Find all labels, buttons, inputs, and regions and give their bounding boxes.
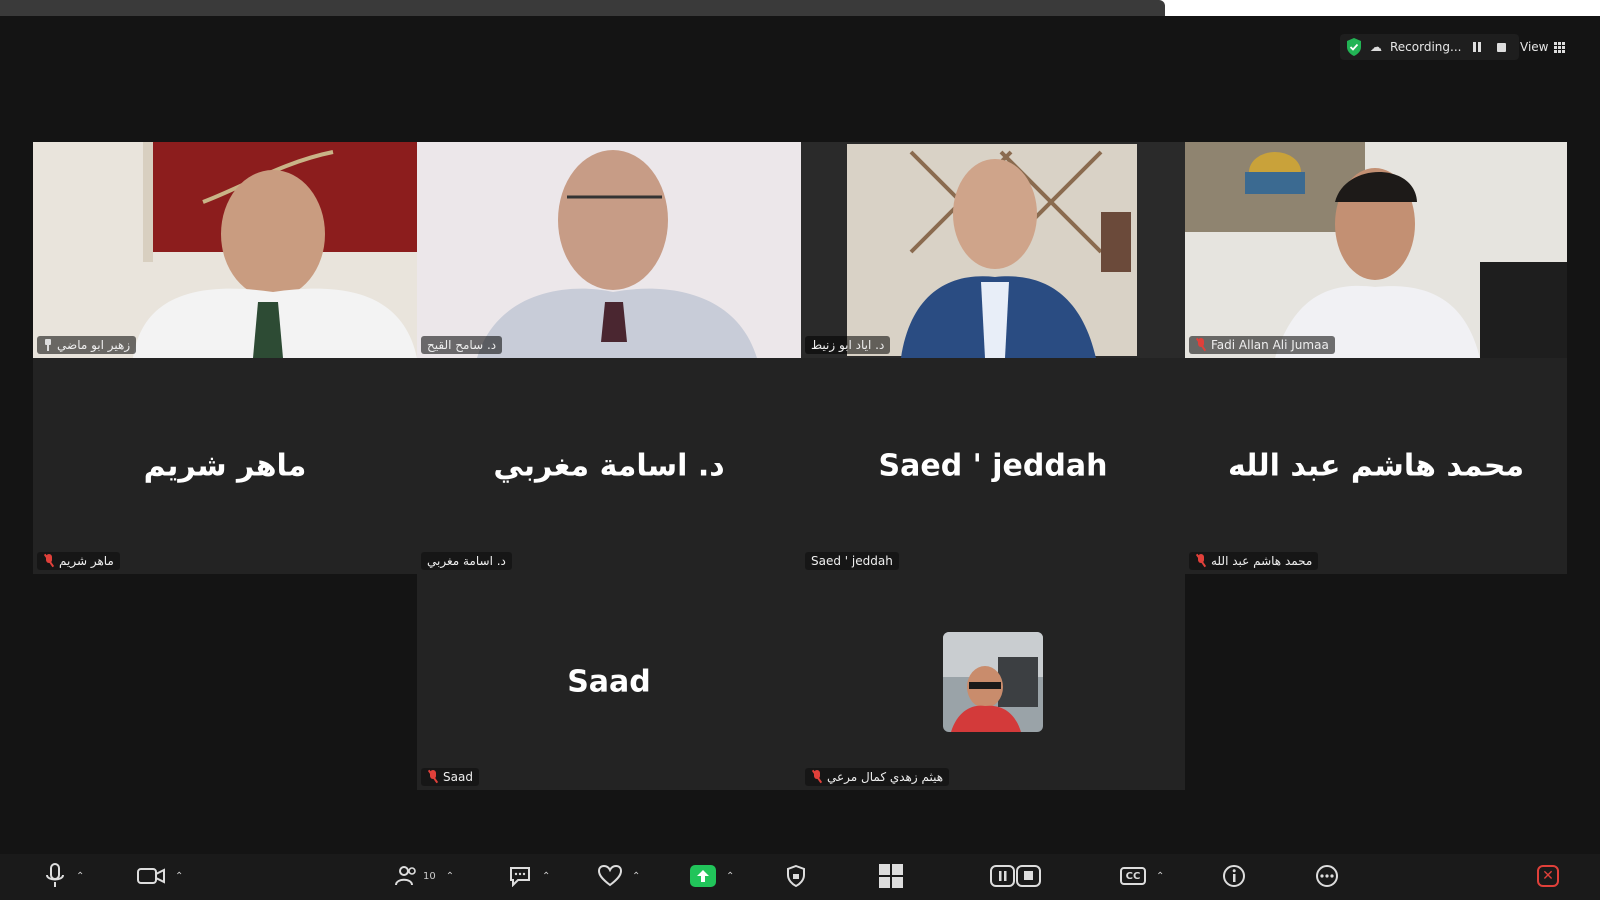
reactions-icon bbox=[598, 865, 622, 887]
participant-name: هيثم زهدي كمال مرعي bbox=[827, 770, 944, 784]
end-meeting-icon: ✕ bbox=[1537, 865, 1559, 887]
participant-name: د. اسامة مغربي bbox=[427, 554, 506, 568]
video-button[interactable]: ⌃ bbox=[137, 862, 183, 890]
no-video-tile[interactable]: هيثم زهدي كمال مرعي bbox=[801, 574, 1185, 790]
participants-button[interactable]: 10 ⌃ bbox=[395, 862, 454, 890]
info-button[interactable] bbox=[1222, 862, 1246, 890]
participant-video bbox=[417, 142, 801, 358]
participant-name: محمد هاشم عبد الله bbox=[1211, 554, 1313, 568]
view-label: View bbox=[1520, 40, 1549, 54]
participant-name: ماهر شريم bbox=[59, 554, 114, 568]
participant-name-tag: هيثم زهدي كمال مرعي bbox=[805, 768, 950, 786]
chat-icon bbox=[510, 867, 530, 887]
no-video-tile[interactable]: Saed ' jeddah Saed ' jeddah bbox=[801, 358, 1185, 574]
security-button[interactable] bbox=[786, 862, 806, 890]
participant-name: د. سامح القيح bbox=[427, 338, 497, 352]
captions-icon: CC bbox=[1120, 867, 1146, 885]
participant-name: د. اياد ابو زنيط bbox=[811, 338, 885, 352]
participant-name-tag: Saed ' jeddah bbox=[805, 552, 899, 570]
participant-name-tag: د. اسامة مغربي bbox=[421, 552, 512, 570]
no-video-tile[interactable]: Saad Saad bbox=[417, 574, 801, 790]
stop-recording-button[interactable] bbox=[1493, 39, 1509, 55]
video-camera-icon bbox=[137, 868, 165, 884]
participant-name-tag: ماهر شريم bbox=[37, 552, 120, 570]
chevron-up-icon[interactable]: ⌃ bbox=[175, 871, 183, 882]
pin-icon bbox=[43, 339, 53, 351]
captions-button[interactable]: CC ⌃ bbox=[1120, 862, 1164, 890]
meeting-toolbar: ⌃ ⌃ 10 ⌃ ⌃ ⌃ ⌃ CC ⌃ ✕ bbox=[0, 854, 1600, 900]
security-icon bbox=[787, 865, 805, 887]
participant-video bbox=[801, 142, 1185, 358]
video-tile-active-speaker[interactable]: د. اياد ابو زنيط bbox=[801, 142, 1185, 358]
video-tile[interactable]: زهير ابو ماضي bbox=[33, 142, 417, 358]
share-screen-icon bbox=[690, 865, 716, 887]
more-icon bbox=[1316, 865, 1338, 887]
more-button[interactable] bbox=[1315, 862, 1339, 890]
window-title-bar bbox=[0, 0, 1165, 16]
participant-display-name: د. اسامة مغربي bbox=[493, 448, 725, 484]
participant-display-name: Saed ' jeddah bbox=[878, 448, 1108, 484]
participant-name-tag: Saad bbox=[421, 768, 479, 786]
share-screen-button[interactable]: ⌃ bbox=[690, 862, 734, 890]
participant-display-name: محمد هاشم عبد الله bbox=[1227, 448, 1525, 484]
microphone-icon bbox=[46, 863, 64, 887]
participant-name: Saed ' jeddah bbox=[811, 554, 893, 568]
chat-button[interactable]: ⌃ bbox=[508, 862, 550, 890]
mute-button[interactable]: ⌃ bbox=[44, 862, 84, 890]
apps-icon bbox=[879, 864, 903, 888]
participant-name: Saad bbox=[443, 770, 473, 784]
mic-muted-icon bbox=[427, 770, 439, 784]
participant-name-tag: زهير ابو ماضي bbox=[37, 336, 137, 354]
participant-display-name: Saad bbox=[567, 664, 651, 700]
participant-video bbox=[1185, 142, 1567, 358]
video-tile[interactable]: Fadi Allan Ali Jumaa bbox=[1185, 142, 1567, 358]
mic-muted-icon bbox=[43, 554, 55, 568]
end-meeting-button[interactable]: ✕ bbox=[1537, 862, 1559, 890]
participant-name: زهير ابو ماضي bbox=[57, 338, 131, 352]
participant-name-tag: د. سامح القيح bbox=[421, 336, 503, 354]
participant-display-name: ماهر شريم bbox=[143, 448, 307, 484]
chevron-up-icon[interactable]: ⌃ bbox=[632, 871, 640, 882]
no-video-tile[interactable]: محمد هاشم عبد الله محمد هاشم عبد الله bbox=[1185, 358, 1567, 574]
chevron-up-icon[interactable]: ⌃ bbox=[76, 871, 84, 882]
apps-button[interactable] bbox=[878, 862, 904, 890]
cloud-icon: ☁ bbox=[1370, 40, 1382, 54]
recording-controls-button[interactable] bbox=[990, 862, 1042, 890]
recording-indicator: ☁ Recording... bbox=[1340, 34, 1520, 60]
view-button[interactable]: View bbox=[1520, 34, 1566, 60]
chevron-up-icon[interactable]: ⌃ bbox=[446, 871, 454, 882]
info-icon bbox=[1223, 865, 1245, 887]
chevron-up-icon[interactable]: ⌃ bbox=[726, 871, 734, 882]
participant-name-tag: محمد هاشم عبد الله bbox=[1189, 552, 1319, 570]
participant-name: Fadi Allan Ali Jumaa bbox=[1211, 338, 1329, 352]
pause-recording-button[interactable] bbox=[1469, 39, 1485, 55]
video-tile[interactable]: د. سامح القيح bbox=[417, 142, 801, 358]
recording-label: Recording... bbox=[1390, 40, 1462, 54]
chevron-up-icon[interactable]: ⌃ bbox=[542, 871, 550, 882]
shield-check-icon[interactable] bbox=[1346, 38, 1362, 56]
reactions-button[interactable]: ⌃ bbox=[598, 862, 640, 890]
participants-count: 10 bbox=[423, 870, 436, 882]
chevron-up-icon[interactable]: ⌃ bbox=[1156, 871, 1164, 882]
mic-muted-icon bbox=[1195, 338, 1207, 352]
grid-view-icon bbox=[1554, 41, 1566, 53]
participants-icon bbox=[395, 866, 416, 886]
recording-controls-icon bbox=[990, 865, 1041, 887]
no-video-tile[interactable]: ماهر شريم ماهر شريم bbox=[33, 358, 417, 574]
avatar bbox=[943, 632, 1043, 732]
mic-muted-icon bbox=[811, 770, 823, 784]
participant-name-tag: Fadi Allan Ali Jumaa bbox=[1189, 336, 1335, 354]
participant-video bbox=[33, 142, 417, 358]
window-top-strip bbox=[0, 0, 1600, 16]
no-video-tile[interactable]: د. اسامة مغربي د. اسامة مغربي bbox=[417, 358, 801, 574]
mic-muted-icon bbox=[1195, 554, 1207, 568]
avatar-photo bbox=[943, 632, 1043, 732]
participant-name-tag: د. اياد ابو زنيط bbox=[805, 336, 891, 354]
